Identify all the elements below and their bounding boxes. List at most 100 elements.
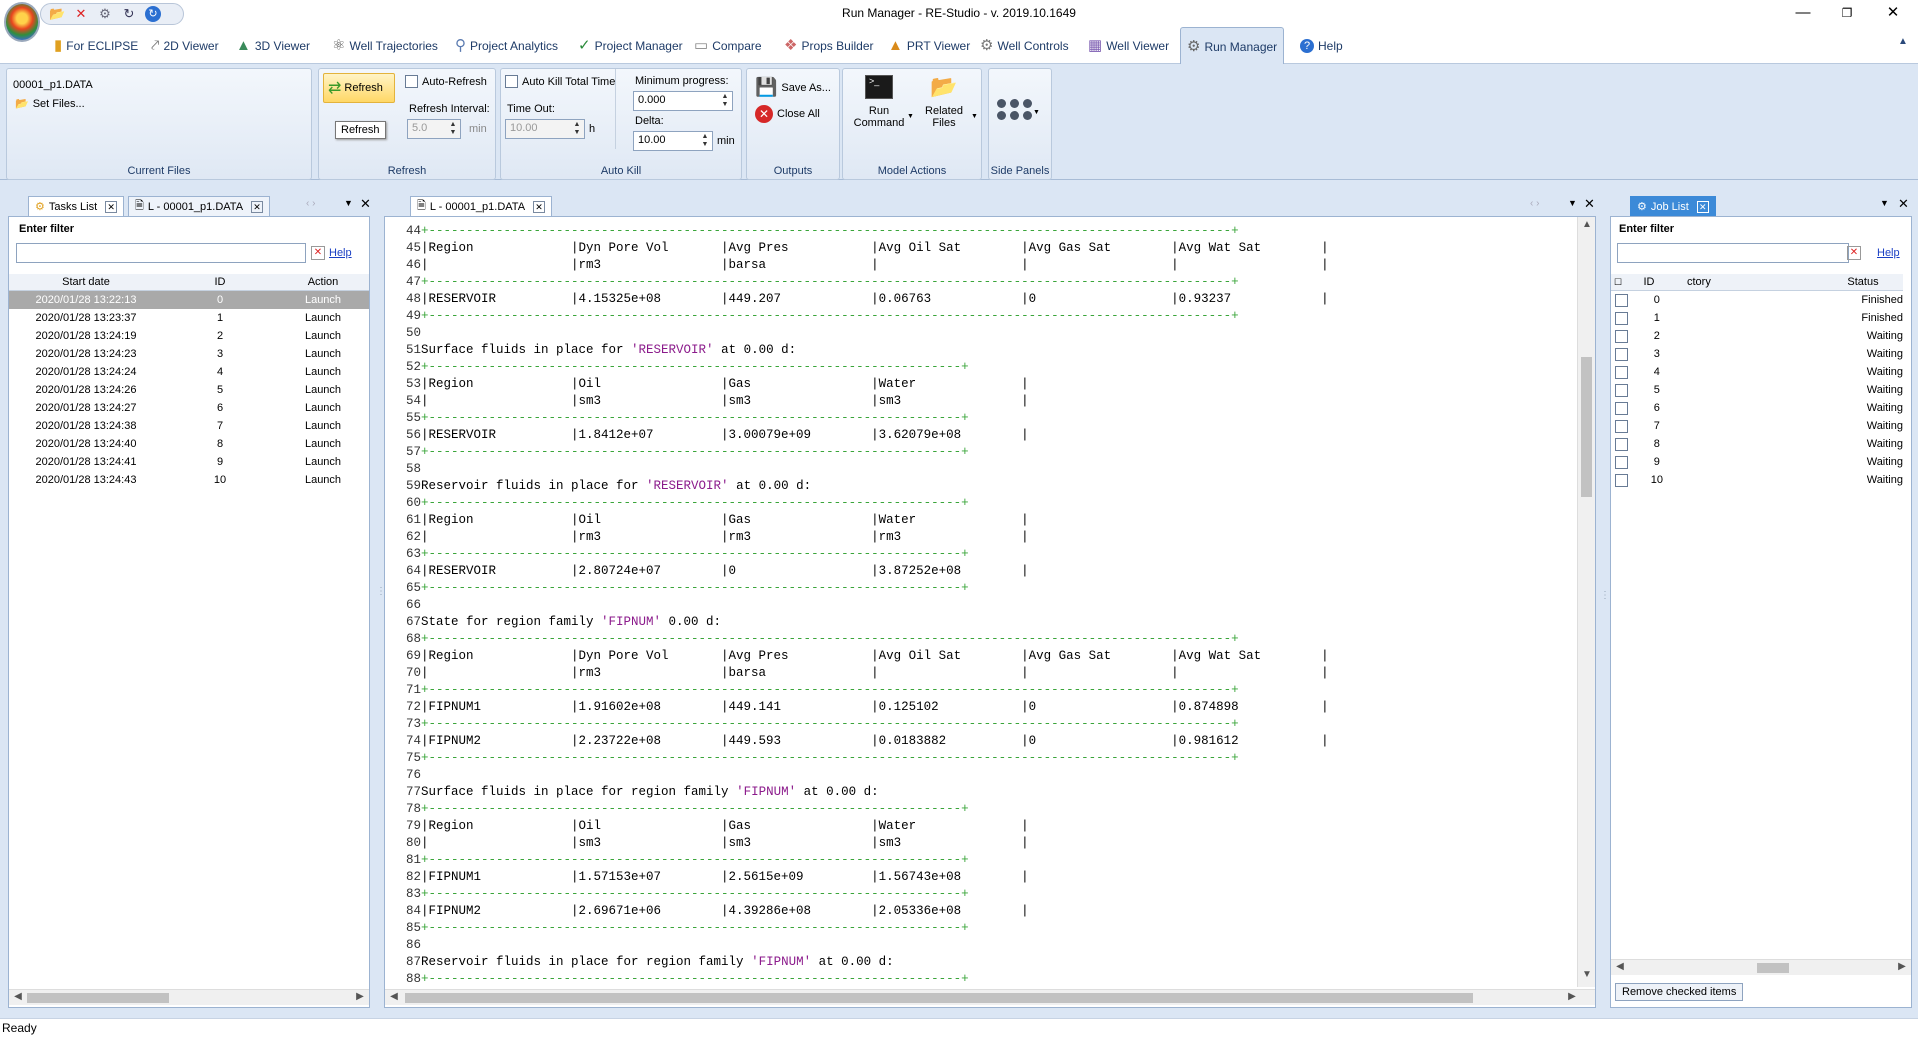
horizontal-scrollbar[interactable]: ◀ ▶	[1611, 959, 1911, 975]
tab-menu-icon[interactable]: ▼	[344, 198, 353, 208]
row-checkbox[interactable]	[1615, 347, 1628, 361]
panel-close-icon[interactable]: ✕	[1584, 196, 1595, 212]
run-command-button[interactable]: >_ Run Command	[849, 75, 909, 129]
table-row[interactable]: 2020/01/28 13:23:37 1 Launch	[9, 309, 369, 327]
timeout-input[interactable]: 10.00 ▲ ▼	[505, 119, 585, 139]
tab-for-eclipse[interactable]: ▮ For ECLIPSE	[48, 28, 144, 64]
row-checkbox[interactable]	[1615, 401, 1628, 415]
refresh-button[interactable]: ⇄ Refresh	[323, 73, 395, 103]
tab-prt-viewer[interactable]: ▲ PRT Viewer	[882, 28, 976, 64]
log-editor[interactable]: 44+-------------------------------------…	[384, 216, 1596, 1008]
column-id[interactable]: ID	[1625, 276, 1673, 288]
table-row[interactable]: 5 Waiting	[1611, 381, 1903, 399]
gear-icon[interactable]: ⚙	[97, 6, 113, 22]
row-checkbox[interactable]	[1615, 473, 1628, 487]
scroll-left-icon[interactable]: ◀	[11, 991, 25, 1002]
auto-kill-total-time-checkbox[interactable]: Auto Kill Total Time	[505, 75, 615, 88]
scroll-thumb[interactable]	[1581, 357, 1592, 497]
close-icon[interactable]: ✕	[251, 200, 264, 213]
table-row[interactable]: 2020/01/28 13:24:40 8 Launch	[9, 435, 369, 453]
tab-scroll-icons[interactable]: ‹ ›	[1530, 198, 1539, 209]
table-row[interactable]: 8 Waiting	[1611, 435, 1903, 453]
app-logo-icon[interactable]	[4, 2, 40, 42]
row-checkbox[interactable]	[1615, 329, 1628, 343]
min-progress-input[interactable]: 0.000 ▲ ▼	[633, 91, 733, 111]
close-all-button[interactable]: ✕ Close All	[755, 105, 820, 123]
table-row[interactable]: 2020/01/28 13:24:23 3 Launch	[9, 345, 369, 363]
tab-well-trajectories[interactable]: ⚛ Well Trajectories	[326, 28, 444, 64]
refresh-doc-icon[interactable]: ↻	[121, 6, 137, 22]
side-panels-dropdown-icon[interactable]: ▼	[1033, 109, 1040, 116]
table-row[interactable]: 2020/01/28 13:24:43 10 Launch	[9, 471, 369, 489]
open-folder-icon[interactable]: 📂	[49, 6, 65, 22]
table-row[interactable]: 2020/01/28 13:24:27 6 Launch	[9, 399, 369, 417]
tab-2d-viewer[interactable]: ⤤ 2D Viewer	[145, 28, 225, 64]
scroll-up-icon[interactable]: ▲	[1580, 219, 1594, 230]
delta-input[interactable]: 10.00 ▲ ▼	[633, 131, 713, 151]
auto-refresh-checkbox[interactable]: Auto-Refresh	[405, 75, 487, 88]
set-files-button[interactable]: 📂 Set Files...	[15, 97, 85, 111]
remove-checked-items-button[interactable]: Remove checked items	[1615, 983, 1744, 1001]
tab-project-analytics[interactable]: ⚲ Project Analytics	[449, 28, 564, 64]
spin-arrows-icon[interactable]: ▲ ▼	[447, 121, 459, 137]
tab-well-controls[interactable]: ⚙ Well Controls	[974, 28, 1075, 64]
column-id[interactable]: ID	[163, 276, 277, 288]
scroll-thumb[interactable]	[1757, 963, 1789, 973]
related-files-dropdown-icon[interactable]: ▼	[971, 113, 978, 120]
tasks-filter-input[interactable]	[16, 243, 306, 263]
column-directory[interactable]: ctory	[1673, 276, 1823, 288]
table-row[interactable]: 6 Waiting	[1611, 399, 1903, 417]
tab-help[interactable]: ? Help	[1294, 28, 1349, 64]
side-panels-grid-icon[interactable]	[997, 99, 1033, 120]
close-icon[interactable]: ✕	[1696, 200, 1709, 213]
tab-log-file[interactable]: 🗎 L - 00001_p1.DATA ✕	[128, 196, 271, 216]
scroll-left-icon[interactable]: ◀	[387, 991, 401, 1002]
column-start-date[interactable]: Start date	[9, 276, 163, 288]
minimize-button[interactable]: —	[1786, 2, 1820, 24]
row-checkbox[interactable]	[1615, 311, 1628, 325]
tab-compare[interactable]: ▭ Compare	[688, 28, 768, 64]
ribbon-collapse-icon[interactable]: ▲	[1898, 36, 1908, 47]
column-check-all[interactable]: ☐	[1611, 277, 1625, 288]
column-status[interactable]: Status	[1823, 276, 1903, 288]
horizontal-scrollbar[interactable]: ◀ ▶	[385, 989, 1595, 1005]
scroll-thumb[interactable]	[405, 993, 1473, 1003]
table-row[interactable]: 2020/01/28 13:24:41 9 Launch	[9, 453, 369, 471]
column-action[interactable]: Action	[277, 276, 369, 288]
tab-editor-file[interactable]: 🗎 L - 00001_p1.DATA ✕	[410, 196, 553, 216]
tab-job-list[interactable]: ⚙ Job List ✕	[1630, 196, 1716, 216]
tab-menu-icon[interactable]: ▼	[1568, 198, 1577, 208]
scroll-right-icon[interactable]: ▶	[1565, 991, 1579, 1002]
tab-project-manager[interactable]: ✓ Project Manager	[572, 28, 689, 64]
window-close-button[interactable]: ✕	[1876, 2, 1910, 24]
refresh-interval-input[interactable]: 5.0 ▲ ▼	[407, 119, 461, 139]
table-row[interactable]: 2 Waiting	[1611, 327, 1903, 345]
table-row[interactable]: 0 Finished	[1611, 291, 1903, 309]
splitter-grip[interactable]: ⋮	[1600, 590, 1610, 601]
restore-button[interactable]: ❐	[1830, 2, 1864, 24]
tab-scroll-icons[interactable]: ‹ ›	[306, 198, 315, 209]
spin-arrows-icon[interactable]: ▲ ▼	[571, 121, 583, 137]
horizontal-scrollbar[interactable]: ◀ ▶	[9, 989, 369, 1005]
help-link[interactable]: Help	[329, 247, 352, 259]
close-icon[interactable]: ✕	[105, 200, 118, 213]
checkbox[interactable]	[405, 75, 418, 88]
panel-close-icon[interactable]: ✕	[1898, 196, 1909, 212]
tab-run-manager[interactable]: ⚙ Run Manager	[1180, 27, 1285, 65]
table-row[interactable]: 10 Waiting	[1611, 471, 1903, 489]
row-checkbox[interactable]	[1615, 365, 1628, 379]
table-row[interactable]: 2020/01/28 13:24:26 5 Launch	[9, 381, 369, 399]
scroll-right-icon[interactable]: ▶	[1895, 961, 1909, 972]
vertical-scrollbar[interactable]: ▲ ▼	[1577, 217, 1595, 987]
spin-arrows-icon[interactable]: ▲ ▼	[719, 93, 731, 109]
job-filter-input[interactable]	[1617, 243, 1849, 263]
row-checkbox[interactable]	[1615, 419, 1628, 433]
spin-arrows-icon[interactable]: ▲ ▼	[699, 133, 711, 149]
clear-filter-icon[interactable]: ✕	[311, 246, 325, 260]
row-checkbox[interactable]	[1615, 455, 1628, 469]
help-link[interactable]: Help	[1877, 247, 1900, 259]
editor-text[interactable]: 44+-------------------------------------…	[389, 223, 1329, 988]
scroll-right-icon[interactable]: ▶	[353, 991, 367, 1002]
table-row[interactable]: 1 Finished	[1611, 309, 1903, 327]
tab-menu-icon[interactable]: ▼	[1880, 198, 1889, 208]
